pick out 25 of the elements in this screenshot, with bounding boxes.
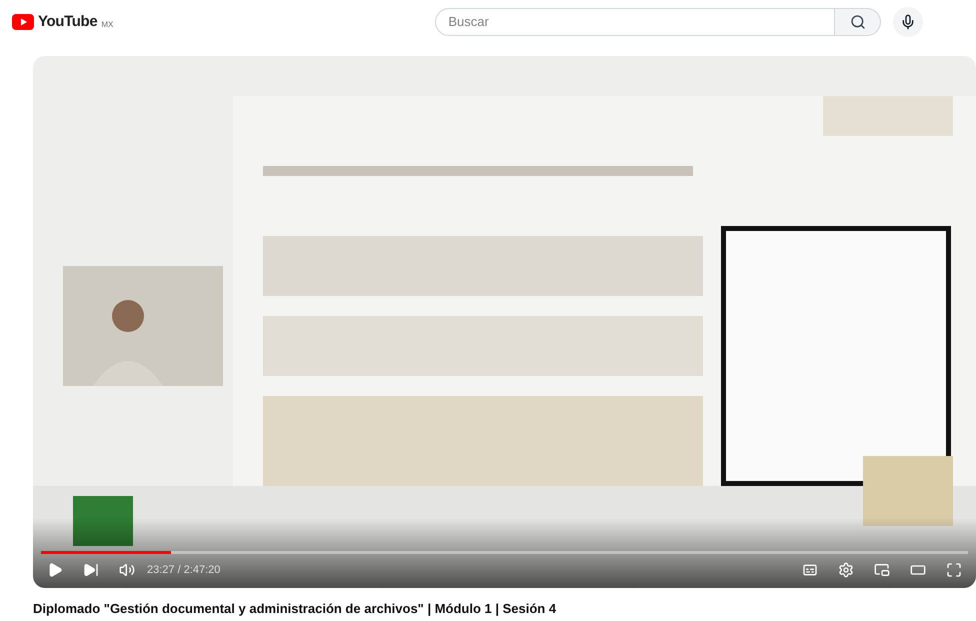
settings-button[interactable] xyxy=(838,562,854,578)
volume-button[interactable] xyxy=(119,562,135,578)
play-icon xyxy=(47,562,63,578)
captions-button[interactable] xyxy=(802,562,818,578)
search-field[interactable]: Buscar xyxy=(435,8,836,36)
next-icon xyxy=(83,562,99,578)
region-label: MX xyxy=(101,18,114,31)
mic-icon xyxy=(900,14,916,30)
search-icon xyxy=(850,14,866,30)
volume-icon xyxy=(119,562,135,578)
time-display: 23:27 / 2:47:20 xyxy=(147,562,220,578)
fullscreen-button[interactable] xyxy=(946,562,962,578)
miniplayer-button[interactable] xyxy=(874,562,890,578)
next-button[interactable] xyxy=(83,562,99,578)
logo-icon[interactable] xyxy=(12,14,34,30)
search-button[interactable] xyxy=(835,8,882,36)
fullscreen-icon xyxy=(946,562,962,578)
logo-text[interactable]: YouTube xyxy=(38,10,98,34)
play-button[interactable] xyxy=(47,562,63,578)
mic-button[interactable] xyxy=(893,6,924,37)
progress-track[interactable] xyxy=(41,551,968,554)
miniplayer-icon xyxy=(874,562,890,578)
captions-icon xyxy=(802,562,818,578)
video-title: Diplomado "Gestión documental y administración de archivos" | Módulo 1 | Sesión 4 xyxy=(33,601,556,616)
settings-icon xyxy=(838,562,854,578)
